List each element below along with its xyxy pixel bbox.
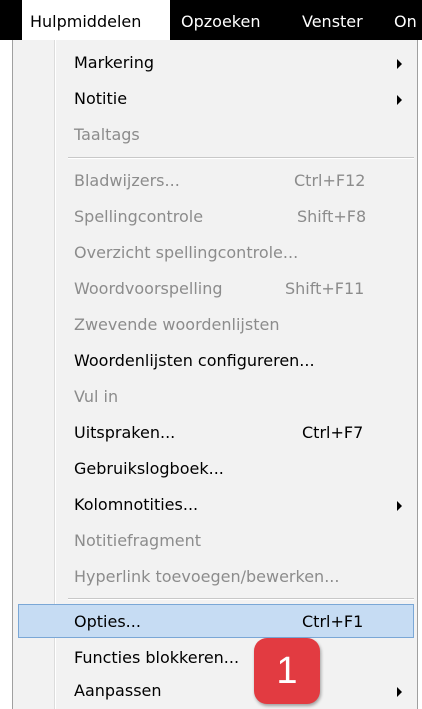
menu-item-overzicht-spellingcontrole[interactable]: Overzicht spellingcontrole... <box>13 235 415 271</box>
menu-item-label: Vul in <box>74 387 119 406</box>
menu-item-label: Notitiefragment <box>74 531 202 550</box>
menu-item-gebruikslogboek[interactable]: Gebruikslogboek... <box>13 451 415 487</box>
menu-item-label: Bladwijzers... <box>74 171 180 190</box>
menu-item-shortcut: Ctrl+F7 <box>302 423 364 442</box>
menu-item-label: Gebruikslogboek... <box>74 459 224 478</box>
menu-item-label: Functies blokkeren... <box>74 648 240 667</box>
menubar-item-on[interactable]: On <box>394 0 417 40</box>
menu-item-hyperlink[interactable]: Hyperlink toevoegen/bewerken... <box>13 559 415 595</box>
menu-item-label: Spellingcontrole <box>74 207 204 226</box>
menu-item-label: Woordenlijsten configureren... <box>74 351 315 370</box>
menu-item-taaltags[interactable]: Taaltags <box>13 117 415 153</box>
menu-item-shortcut: Shift+F11 <box>285 279 365 298</box>
menu-item-label: Taaltags <box>74 125 140 144</box>
menu-separator <box>68 598 414 600</box>
menubar-item-hulpmiddelen[interactable]: Hulpmiddelen <box>22 0 170 40</box>
menu-separator <box>68 157 414 159</box>
menu-item-markering[interactable]: Markering <box>13 45 415 81</box>
menu-item-shortcut: Ctrl+F1 <box>302 612 364 631</box>
menu-bar: Hulpmiddelen Opzoeken Venster On <box>0 0 422 40</box>
menu-item-label: Zwevende woordenlijsten <box>74 315 280 334</box>
menu-item-shortcut: Shift+F8 <box>297 207 367 226</box>
submenu-arrow-icon <box>397 501 402 511</box>
menubar-item-opzoeken[interactable]: Opzoeken <box>181 0 260 40</box>
menu-item-kolomnotities[interactable]: Kolomnotities... <box>13 487 415 523</box>
menu-item-woordvoorspelling[interactable]: Woordvoorspelling Shift+F11 <box>13 271 415 307</box>
menu-item-vul-in[interactable]: Vul in <box>13 379 415 415</box>
menu-item-label: Overzicht spellingcontrole... <box>74 243 299 262</box>
menu-item-label: Uitspraken... <box>74 423 176 442</box>
menu-item-shortcut: Ctrl+F12 <box>294 171 366 190</box>
step-callout-badge: 1 <box>254 638 320 704</box>
menu-item-label: Opties... <box>74 612 141 631</box>
menu-item-bladwijzers[interactable]: Bladwijzers... Ctrl+F12 <box>13 163 415 199</box>
menu-item-functies-blokkeren[interactable]: Functies blokkeren... <box>13 640 415 676</box>
menu-item-opties[interactable]: Opties... Ctrl+F1 <box>18 604 414 638</box>
menu-item-aanpassen[interactable]: Aanpassen <box>13 673 415 709</box>
menu-item-spellingcontrole[interactable]: Spellingcontrole Shift+F8 <box>13 199 415 235</box>
menu-item-label: Aanpassen <box>74 681 162 700</box>
menu-item-notitie[interactable]: Notitie <box>13 81 415 117</box>
menubar-item-venster[interactable]: Venster <box>302 0 363 40</box>
menu-item-woordenlijsten-configureren[interactable]: Woordenlijsten configureren... <box>13 343 415 379</box>
menu-item-label: Markering <box>74 53 155 72</box>
menu-item-zwevende-woordenlijsten[interactable]: Zwevende woordenlijsten <box>13 307 415 343</box>
menu-item-notitiefragment[interactable]: Notitiefragment <box>13 523 415 559</box>
menu-item-uitspraken[interactable]: Uitspraken... Ctrl+F7 <box>13 415 415 451</box>
menu-item-label: Notitie <box>74 89 128 108</box>
submenu-arrow-icon <box>397 687 402 697</box>
menu-item-label: Hyperlink toevoegen/bewerken... <box>74 567 340 586</box>
submenu-arrow-icon <box>397 95 402 105</box>
menu-item-label: Woordvoorspelling <box>74 279 223 298</box>
submenu-arrow-icon <box>397 59 402 69</box>
menu-item-label: Kolomnotities... <box>74 495 199 514</box>
